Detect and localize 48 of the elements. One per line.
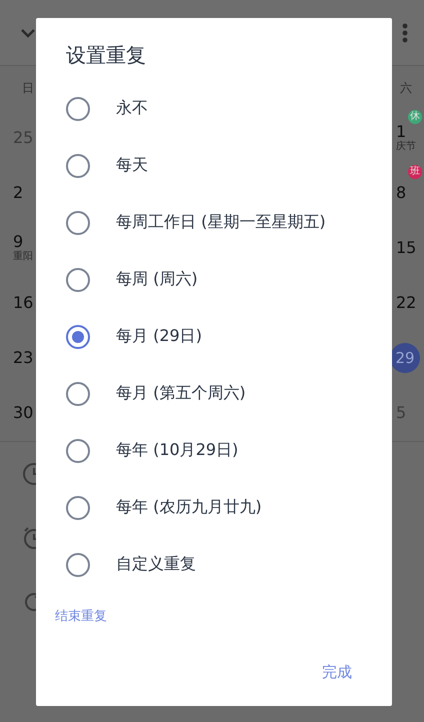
option-label: 每周工作日 (星期一至星期五) (116, 212, 326, 233)
option-label: 每月 (29日) (116, 326, 202, 347)
radio-button[interactable] (66, 552, 90, 576)
holiday-badge: 休 (408, 110, 422, 124)
radio-button[interactable] (66, 382, 90, 406)
chevron-down-icon[interactable] (20, 28, 36, 38)
day-number[interactable]: 23 (13, 348, 34, 366)
day-number[interactable]: 8 (396, 184, 406, 202)
radio-button[interactable] (66, 96, 90, 120)
more-icon[interactable] (402, 22, 408, 42)
selected-day[interactable]: 29 (390, 342, 420, 372)
radio-button[interactable] (66, 438, 90, 462)
repeat-option[interactable]: 每月 (第五个周六) (36, 365, 392, 422)
day-note: 庆节 (396, 141, 416, 152)
repeat-option[interactable]: 每月 (29日) (36, 308, 392, 365)
end-repeat-link[interactable]: 结束重复 (55, 607, 107, 625)
day-number[interactable]: 30 (13, 404, 34, 422)
option-label: 每周 (周六) (116, 269, 198, 290)
weekday-label: 六 (399, 80, 413, 96)
option-label: 每天 (116, 155, 148, 176)
radio-button[interactable] (66, 268, 90, 292)
day-number[interactable]: 22 (396, 294, 416, 312)
repeat-option[interactable]: 每天 (36, 137, 392, 194)
weekday-label: 日 (21, 80, 35, 96)
option-label: 每月 (第五个周六) (116, 383, 246, 404)
day-number[interactable]: 15 (396, 238, 416, 256)
day-number[interactable]: 2 (13, 184, 24, 202)
day-number[interactable]: 16 (13, 294, 34, 312)
day-note: 重阳 (13, 251, 33, 262)
repeat-option[interactable]: 每周工作日 (星期一至星期五) (36, 194, 392, 251)
radio-button[interactable] (66, 496, 90, 520)
option-label: 每年 (农历九月廿九) (116, 497, 262, 518)
repeat-option[interactable]: 每周 (周六) (36, 251, 392, 308)
day-number[interactable]: 1 (396, 123, 406, 141)
repeat-option[interactable]: 每年 (农历九月廿九) (36, 479, 392, 536)
dialog-title: 设置重复 (66, 42, 147, 69)
holiday-badge: 班 (408, 165, 422, 179)
repeat-option[interactable]: 永不 (36, 80, 392, 137)
option-label: 自定义重复 (116, 554, 196, 575)
option-label: 每年 (10月29日) (116, 440, 238, 461)
day-number[interactable]: 9 (13, 233, 24, 251)
repeat-option[interactable]: 自定义重复 (36, 536, 392, 593)
radio-button[interactable] (66, 154, 90, 178)
option-label: 永不 (116, 98, 148, 119)
radio-button[interactable] (66, 324, 90, 348)
radio-button[interactable] (66, 210, 90, 234)
done-button[interactable]: 完成 (318, 659, 356, 686)
repeat-option[interactable]: 每年 (10月29日) (36, 422, 392, 479)
